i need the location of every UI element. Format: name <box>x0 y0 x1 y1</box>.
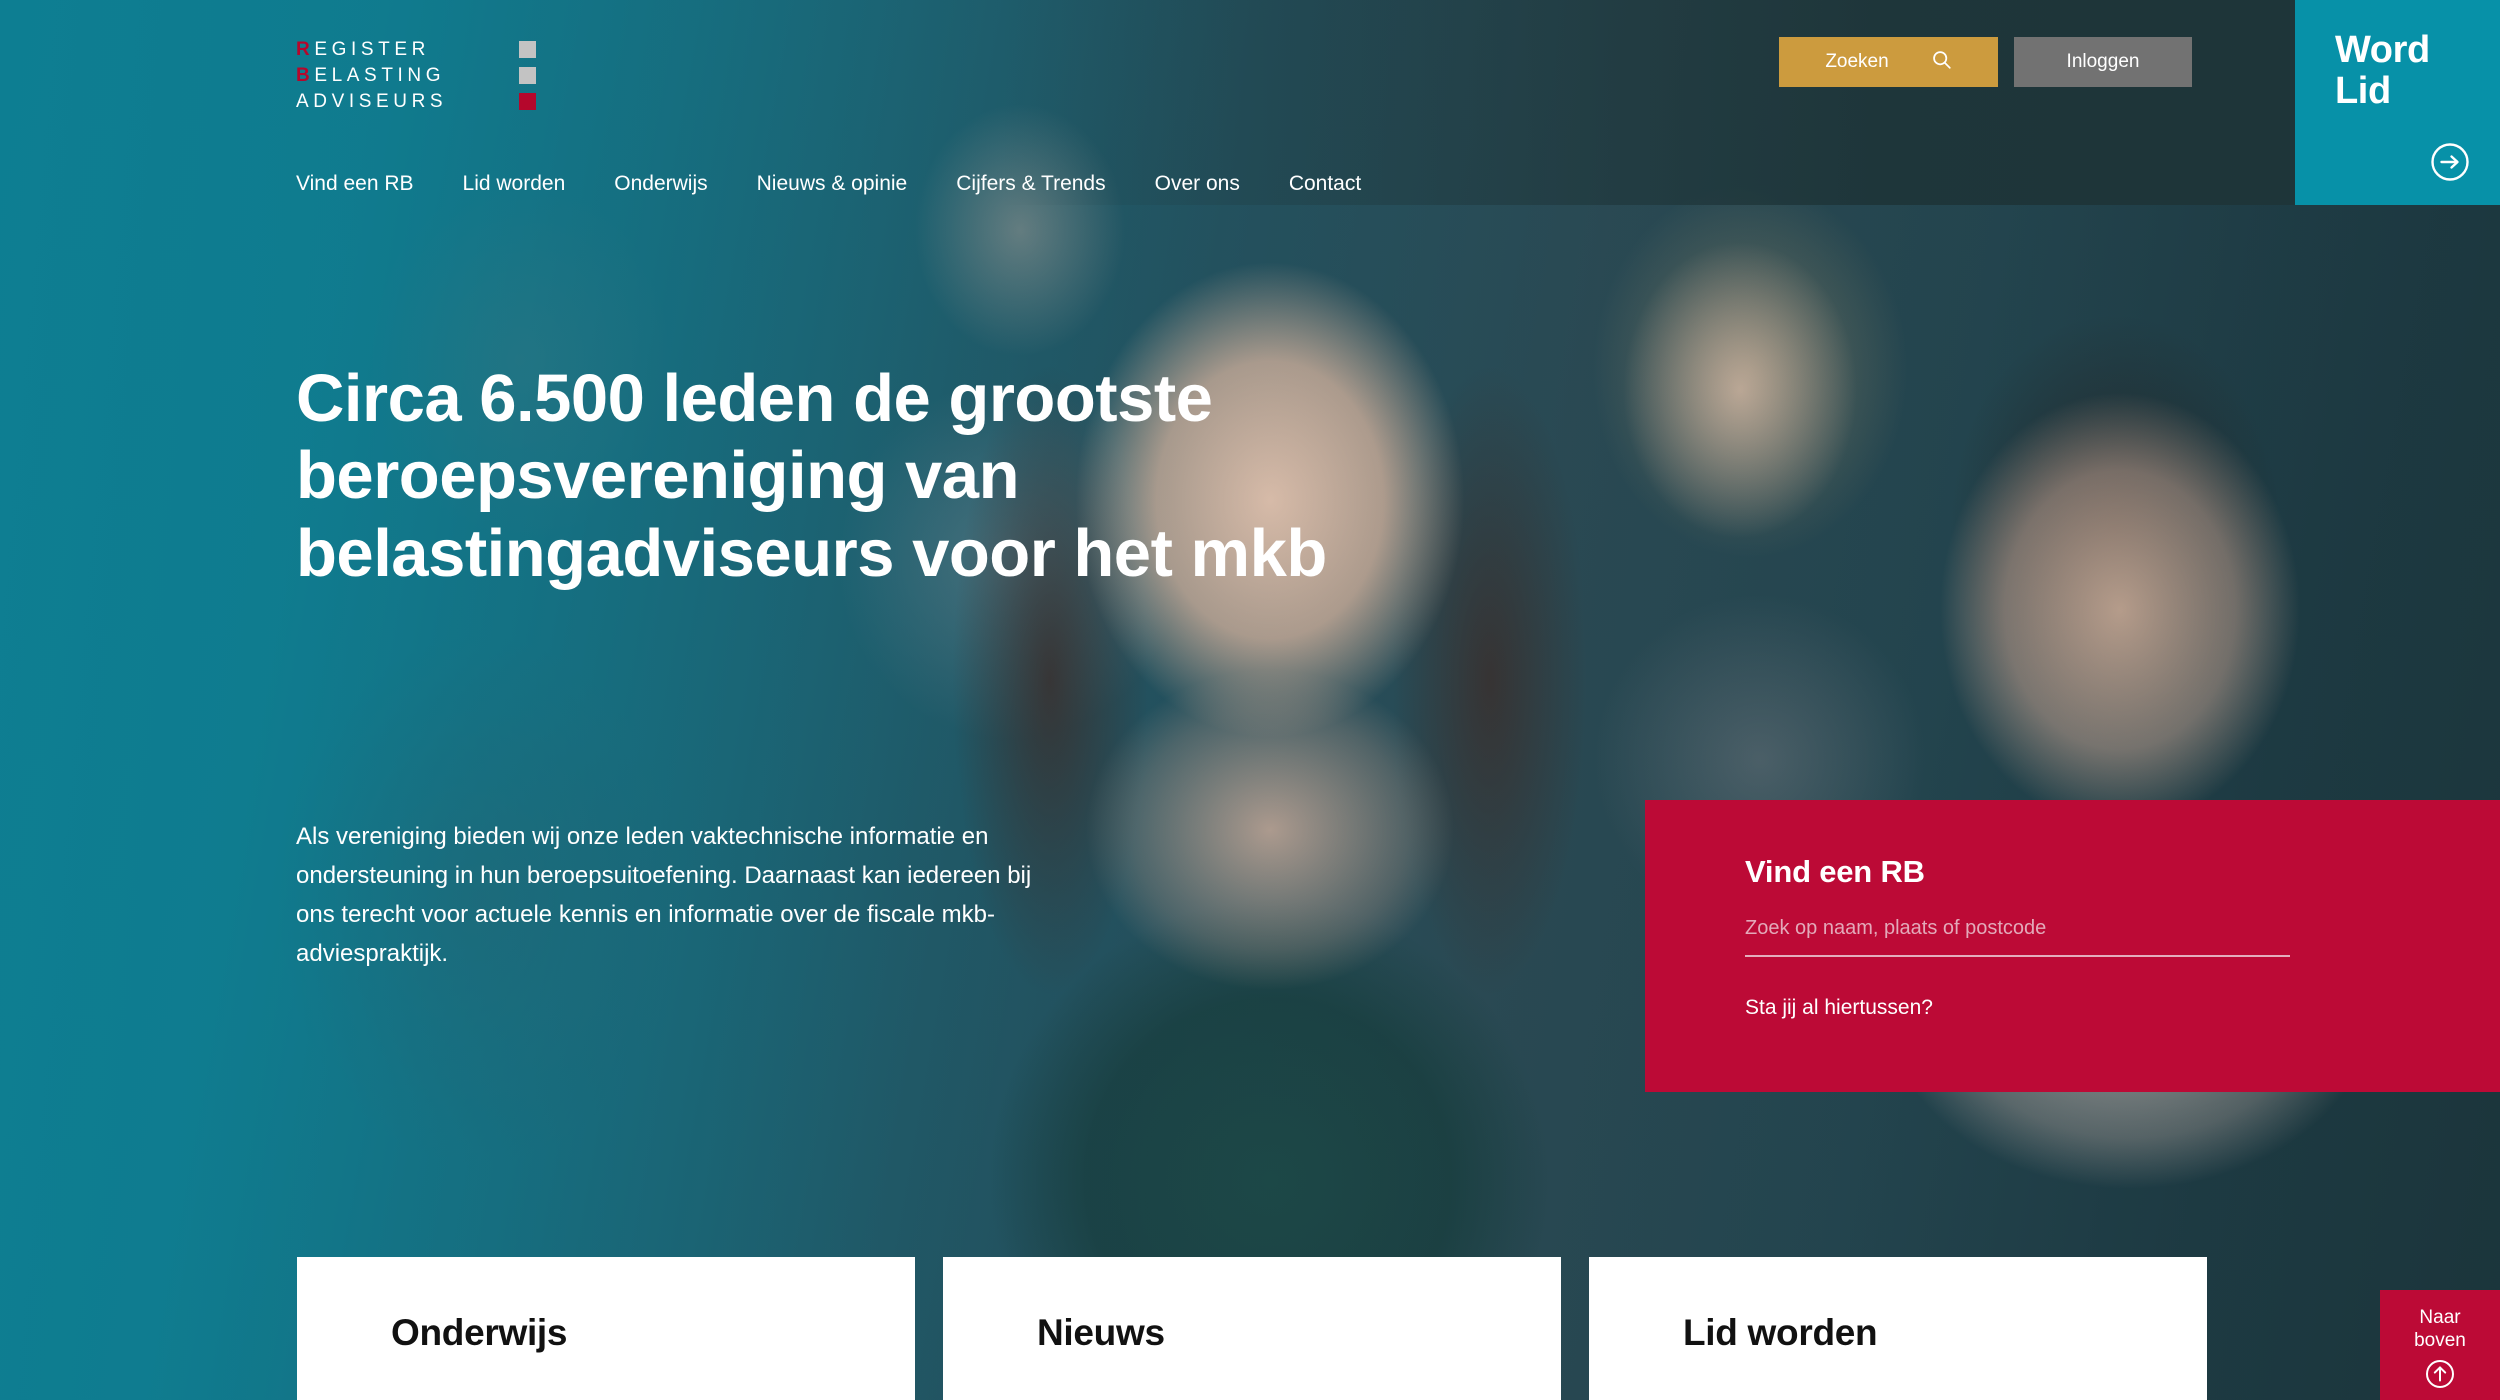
homepage-hero: REGISTER BELASTING ADVISEURS Zoeken Inlo… <box>0 0 2500 1400</box>
card-lid-worden[interactable]: Lid worden <box>1589 1257 2207 1400</box>
nav-item-onderwijs[interactable]: Onderwijs <box>614 172 707 196</box>
logo-text-adviseurs: ADVISEURS <box>296 91 448 112</box>
main-navigation: Vind een RB Lid worden Onderwijs Nieuws … <box>296 172 1361 196</box>
word-lid-line2: Lid <box>2335 70 2391 113</box>
top-actions: Zoeken Inloggen <box>1779 37 2192 87</box>
search-button[interactable]: Zoeken <box>1779 37 1998 87</box>
find-rb-search-input[interactable] <box>1745 917 2290 957</box>
arrow-up-circle-icon <box>2425 1359 2455 1389</box>
logo-initial-r: R <box>296 39 315 60</box>
nav-item-lid-worden[interactable]: Lid worden <box>463 172 566 196</box>
word-lid-text: Word Lid <box>2335 29 2430 113</box>
site-logo[interactable]: REGISTER BELASTING ADVISEURS <box>296 38 536 116</box>
back-to-top-line1: Naar <box>2419 1307 2461 1328</box>
card-nieuws[interactable]: Nieuws <box>943 1257 1561 1400</box>
nav-item-vind-een-rb[interactable]: Vind een RB <box>296 172 414 196</box>
quicklink-cards: Onderwijs Nieuws Lid worden <box>297 1257 2207 1400</box>
logo-square-3 <box>519 93 536 110</box>
search-button-label: Zoeken <box>1825 51 1889 72</box>
logo-text-belasting: BELASTING <box>296 64 445 87</box>
find-rb-card: Vind een RB Sta jij al hiertussen? <box>1645 800 2500 1092</box>
nav-item-nieuws-opinie[interactable]: Nieuws & opinie <box>757 172 908 196</box>
word-lid-cta[interactable]: Word Lid <box>2295 0 2500 205</box>
card-lid-worden-title: Lid worden <box>1683 1312 1878 1353</box>
card-nieuws-title: Nieuws <box>1037 1312 1165 1353</box>
word-lid-line1: Word <box>2335 29 2430 71</box>
back-to-top-line2: boven <box>2414 1330 2466 1352</box>
card-onderwijs-title: Onderwijs <box>391 1312 568 1353</box>
find-rb-title: Vind een RB <box>1745 854 1925 889</box>
hero-background-photo <box>0 0 2500 1400</box>
find-rb-member-link[interactable]: Sta jij al hiertussen? <box>1745 996 1933 1020</box>
logo-square-2 <box>519 67 536 84</box>
hero-subtitle: Als vereniging bieden wij onze leden vak… <box>296 823 1032 967</box>
nav-item-contact[interactable]: Contact <box>1289 172 1361 196</box>
back-to-top-text: Naar boven <box>2380 1290 2500 1352</box>
arrow-right-circle-icon <box>2430 142 2470 182</box>
logo-line-adviseurs: ADVISEURS <box>296 90 536 113</box>
login-button[interactable]: Inloggen <box>2014 37 2192 87</box>
logo-initial-b: B <box>296 65 315 86</box>
logo-line-belasting: BELASTING <box>296 64 536 87</box>
logo-rest-register: EGISTER <box>314 39 430 60</box>
hero-title: Circa 6.500 leden de grootste beroepsver… <box>296 361 1327 591</box>
card-onderwijs[interactable]: Onderwijs <box>297 1257 915 1400</box>
nav-item-over-ons[interactable]: Over ons <box>1155 172 1240 196</box>
login-button-label: Inloggen <box>2066 51 2140 72</box>
back-to-top-button[interactable]: Naar boven <box>2380 1290 2500 1400</box>
search-icon <box>1931 49 1952 76</box>
nav-item-cijfers-trends[interactable]: Cijfers & Trends <box>956 172 1105 196</box>
logo-square-1 <box>519 41 536 58</box>
logo-rest-belasting: ELASTING <box>314 65 446 86</box>
logo-text-register: REGISTER <box>296 38 430 61</box>
logo-line-register: REGISTER <box>296 38 536 61</box>
